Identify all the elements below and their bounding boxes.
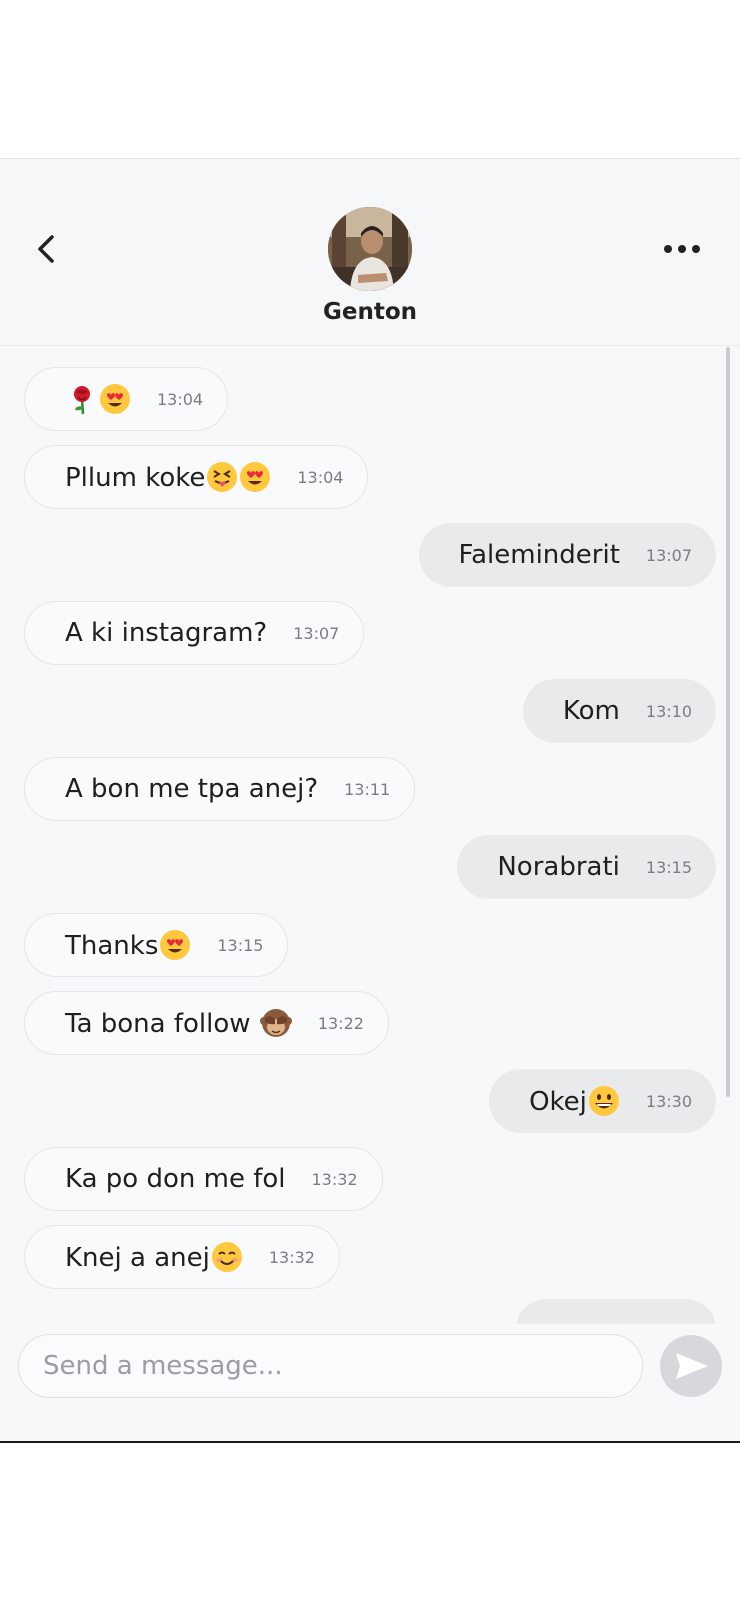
outgoing-message-bubble[interactable]: Faleminderit 13:07 <box>418 523 716 587</box>
message-timestamp: 13:07 <box>293 623 340 643</box>
message-text: A bon me tpa anej? <box>65 774 318 804</box>
message-text-content: A bon me tpa anej? <box>65 774 319 804</box>
message-text-content: Knej a anej <box>65 1243 210 1273</box>
message-timestamp: 13:07 <box>645 545 692 565</box>
message-text-content: Norabrati <box>497 852 620 882</box>
squinting-tongue-emoji-icon <box>206 461 238 493</box>
message-timestamp: 13:15 <box>217 935 264 955</box>
outgoing-message-bubble[interactable]: Norabrati 13:15 <box>457 835 716 899</box>
message-text: Okej <box>529 1085 620 1117</box>
send-button[interactable] <box>660 1335 722 1397</box>
message-list[interactable]: 13:04 Pllum koke 13:04 Faleminderit 13:07 A k… <box>0 347 740 1347</box>
contact-name[interactable]: Genton <box>0 299 740 325</box>
message-text <box>65 383 131 415</box>
heart-eyes-emoji-icon <box>239 461 271 493</box>
incoming-message-bubble[interactable]: Knej a anej 13:32 <box>24 1225 340 1289</box>
message-text-content: A ki instagram? <box>65 618 268 648</box>
message-text-content: Faleminderit <box>458 540 620 570</box>
grinning-face-emoji-icon <box>588 1085 620 1117</box>
incoming-message-bubble[interactable]: A bon me tpa anej? 13:11 <box>24 757 416 821</box>
message-timestamp: 13:22 <box>317 1013 364 1033</box>
message-text: Kom <box>563 696 620 726</box>
message-text-content: Ka po don me fol <box>65 1164 286 1194</box>
more-options-button[interactable] <box>662 239 702 259</box>
chat-header: Genton <box>0 159 740 346</box>
more-icon-dot <box>692 245 700 253</box>
message-list-scrollbar[interactable] <box>726 347 730 1097</box>
chat-screen: Genton 13:04 Pllum koke 13:04 Faleminderit 1… <box>0 158 740 1443</box>
more-icon <box>664 245 672 253</box>
message-text-content: Pllum koke <box>65 463 206 493</box>
message-text: Ta bona follow <box>65 1007 292 1039</box>
back-button[interactable] <box>30 231 66 267</box>
message-text: Faleminderit <box>459 540 620 570</box>
message-text-content: Okej <box>529 1087 587 1117</box>
message-timestamp: 13:10 <box>645 701 692 721</box>
message-text: Norabrati <box>497 852 620 882</box>
message-composer <box>0 1324 740 1441</box>
avatar-photo <box>328 207 412 291</box>
message-text: Ka po don me fol <box>65 1164 286 1194</box>
incoming-message-bubble[interactable]: Ka po don me fol 13:32 <box>24 1147 383 1211</box>
message-text: Thanks <box>65 929 191 961</box>
message-text: Pllum koke <box>65 461 271 493</box>
message-timestamp: 13:15 <box>645 857 692 877</box>
contact-avatar[interactable] <box>328 207 412 291</box>
message-input[interactable] <box>18 1334 643 1398</box>
outgoing-message-bubble[interactable]: Okej 13:30 <box>489 1069 716 1133</box>
more-icon-dot <box>678 245 686 253</box>
message-timestamp: 13:04 <box>157 389 204 409</box>
message-timestamp: 13:32 <box>311 1169 358 1189</box>
message-text-content: Thanks <box>65 931 159 961</box>
incoming-message-bubble[interactable]: A ki instagram? 13:07 <box>24 601 365 665</box>
message-text-content: Kom <box>562 696 620 726</box>
outgoing-message-bubble[interactable]: Kom 13:10 <box>522 679 716 743</box>
heart-eyes-emoji-icon <box>159 929 191 961</box>
message-timestamp: 13:04 <box>297 467 344 487</box>
message-text: Knej a anej <box>65 1241 243 1273</box>
heart-eyes-emoji-icon <box>99 383 131 415</box>
message-timestamp: 13:11 <box>344 779 391 799</box>
incoming-message-bubble[interactable]: Pllum koke 13:04 <box>24 445 369 509</box>
message-timestamp: 13:30 <box>645 1091 692 1111</box>
smiling-face-emoji-icon <box>211 1241 243 1273</box>
message-timestamp: 13:32 <box>268 1247 315 1267</box>
see-no-evil-monkey-emoji-icon <box>259 1007 292 1039</box>
incoming-message-bubble[interactable]: 13:04 <box>24 367 229 431</box>
rose-emoji-icon <box>66 383 98 415</box>
incoming-message-bubble[interactable]: Thanks 13:15 <box>24 913 289 977</box>
message-text-content: Ta bona follow <box>65 1009 259 1039</box>
chevron-left-icon <box>38 235 54 263</box>
incoming-message-bubble[interactable]: Ta bona follow 13:22 <box>24 991 389 1055</box>
send-icon <box>676 1353 708 1379</box>
message-text: A ki instagram? <box>65 618 267 648</box>
